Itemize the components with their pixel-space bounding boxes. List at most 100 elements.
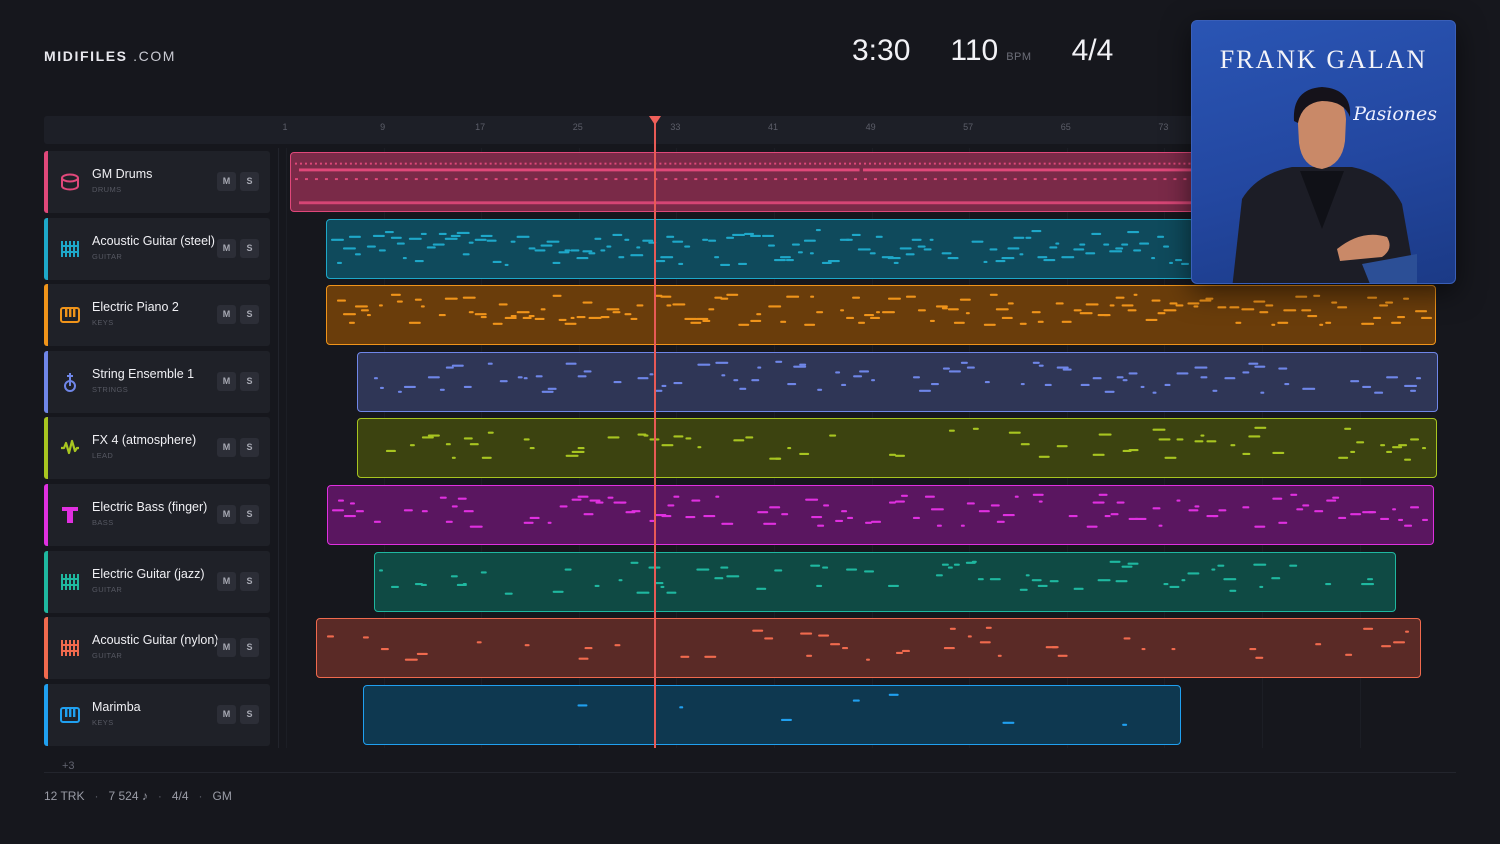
footer-meter: 4/4 — [171, 789, 189, 803]
note-pattern — [378, 560, 1375, 595]
track-color-stripe — [44, 484, 48, 546]
cover-album-title: Pasiones — [1353, 103, 1437, 125]
separator: · — [198, 789, 203, 803]
wave-icon — [59, 437, 81, 459]
solo-button[interactable]: S — [240, 305, 259, 325]
ruler-tick: 65 — [1060, 122, 1071, 132]
track-category: KEYS — [92, 318, 114, 328]
solo-button[interactable]: S — [240, 238, 259, 258]
separator: · — [157, 789, 162, 803]
track-header[interactable]: Electric Guitar (jazz) GUITAR M S — [44, 550, 270, 613]
track-name: Marimba — [92, 699, 141, 714]
piano-icon — [59, 304, 81, 326]
midi-clip[interactable] — [363, 684, 1181, 745]
drum-icon — [59, 171, 81, 193]
bass-icon — [59, 504, 81, 526]
solo-button[interactable]: S — [240, 172, 259, 191]
track-header[interactable]: Marimba KEYS M S — [44, 683, 270, 746]
footer-divider — [44, 772, 1456, 773]
ruler-tick: 17 — [475, 122, 486, 132]
tempo: 110 — [950, 34, 999, 67]
bar-gridline — [286, 148, 287, 748]
note-pattern — [385, 427, 1427, 462]
tempo-unit: BPM — [1006, 51, 1032, 63]
ruler-tick: 49 — [865, 122, 876, 132]
time-signature: 4/4 — [1071, 34, 1114, 67]
ruler-tick: 25 — [572, 122, 583, 132]
mute-button[interactable]: M — [217, 305, 236, 325]
track-color-stripe — [44, 284, 48, 347]
album-cover: FRANK GALAN Pasiones — [1191, 20, 1456, 284]
track-category: GUITAR — [92, 584, 123, 594]
playhead-marker[interactable] — [649, 116, 661, 125]
track-header[interactable]: String Ensemble 1 STRINGS M S — [44, 350, 270, 413]
duration: 3:30 — [852, 34, 911, 67]
piano-icon — [59, 704, 81, 726]
note-pattern — [326, 626, 1410, 661]
guitar-icon — [59, 238, 81, 260]
note-pattern — [330, 228, 1190, 266]
track-name: Electric Bass (finger) — [92, 500, 208, 514]
midi-standard: GM — [212, 789, 232, 803]
track-color-stripe — [44, 151, 48, 213]
mute-button[interactable]: M — [217, 505, 236, 524]
midi-clip[interactable] — [327, 485, 1434, 545]
track-header[interactable]: Electric Piano 2 KEYS M S — [44, 284, 270, 347]
track-category: LEAD — [92, 451, 114, 461]
logo-bold: MIDIFILES — [44, 48, 128, 64]
track-name: GM Drums — [92, 167, 153, 181]
track-category: BASS — [92, 518, 114, 527]
ruler-tick: 57 — [963, 122, 974, 132]
solo-button[interactable]: S — [240, 371, 259, 391]
track-header[interactable]: GM Drums DRUMS M S — [44, 151, 270, 213]
mute-button[interactable]: M — [217, 638, 236, 658]
solo-button[interactable]: S — [240, 505, 259, 524]
track-color-stripe — [44, 683, 48, 746]
transport-stats: 3:30 110 BPM 4/4 — [852, 34, 1113, 68]
separator: · — [94, 789, 99, 803]
track-color-stripe — [44, 217, 48, 280]
strings-icon — [59, 371, 81, 393]
mute-button[interactable]: M — [217, 172, 236, 191]
track-header[interactable]: FX 4 (atmosphere) LEAD M S — [44, 417, 270, 480]
midi-clip[interactable] — [316, 618, 1421, 679]
note-pattern — [373, 360, 1422, 394]
cover-artist: FRANK GALAN — [1219, 45, 1428, 74]
track-category: GUITAR — [92, 651, 123, 661]
track-header[interactable]: Acoustic Guitar (nylon) GUITAR M S — [44, 617, 270, 680]
guitar-icon — [59, 571, 81, 593]
track-header[interactable]: Acoustic Guitar (steel) GUITAR M S — [44, 217, 270, 280]
track-name: Acoustic Guitar (nylon) — [92, 633, 219, 648]
mute-button[interactable]: M — [217, 571, 236, 591]
track-name: Electric Piano 2 — [92, 300, 179, 315]
more-tracks-link[interactable]: +3 — [62, 760, 75, 772]
site-logo[interactable]: MIDIFILES .COM — [44, 48, 176, 64]
solo-button[interactable]: S — [240, 571, 259, 591]
ruler-tick: 1 — [282, 122, 288, 132]
solo-button[interactable]: S — [240, 638, 259, 658]
midi-clip[interactable] — [326, 218, 1194, 279]
ruler-tick: 33 — [670, 122, 681, 132]
playhead[interactable] — [654, 116, 656, 748]
mute-button[interactable]: M — [217, 371, 236, 391]
midi-clip[interactable] — [374, 551, 1396, 612]
mute-button[interactable]: M — [217, 438, 236, 458]
midi-clip[interactable] — [357, 418, 1437, 479]
track-category: GUITAR — [92, 251, 123, 261]
ruler-tick: 41 — [767, 122, 779, 132]
note-pattern — [331, 493, 1429, 528]
note-pattern — [336, 293, 1433, 327]
file-summary: 12 TRK · 7 524 ♪ · 4/4 · GM — [44, 789, 232, 803]
solo-button[interactable]: S — [240, 438, 259, 458]
track-name: Electric Guitar (jazz) — [92, 566, 205, 581]
track-color-stripe — [44, 617, 48, 680]
track-header[interactable]: Electric Bass (finger) BASS M S — [44, 484, 270, 546]
logo-domain: .COM — [127, 48, 177, 64]
midi-clip[interactable] — [326, 285, 1436, 346]
track-color-stripe — [44, 550, 48, 613]
solo-button[interactable]: S — [240, 704, 259, 724]
midi-clip[interactable] — [357, 351, 1438, 412]
mute-button[interactable]: M — [217, 238, 236, 258]
track-category: DRUMS — [92, 185, 122, 194]
mute-button[interactable]: M — [217, 704, 236, 724]
